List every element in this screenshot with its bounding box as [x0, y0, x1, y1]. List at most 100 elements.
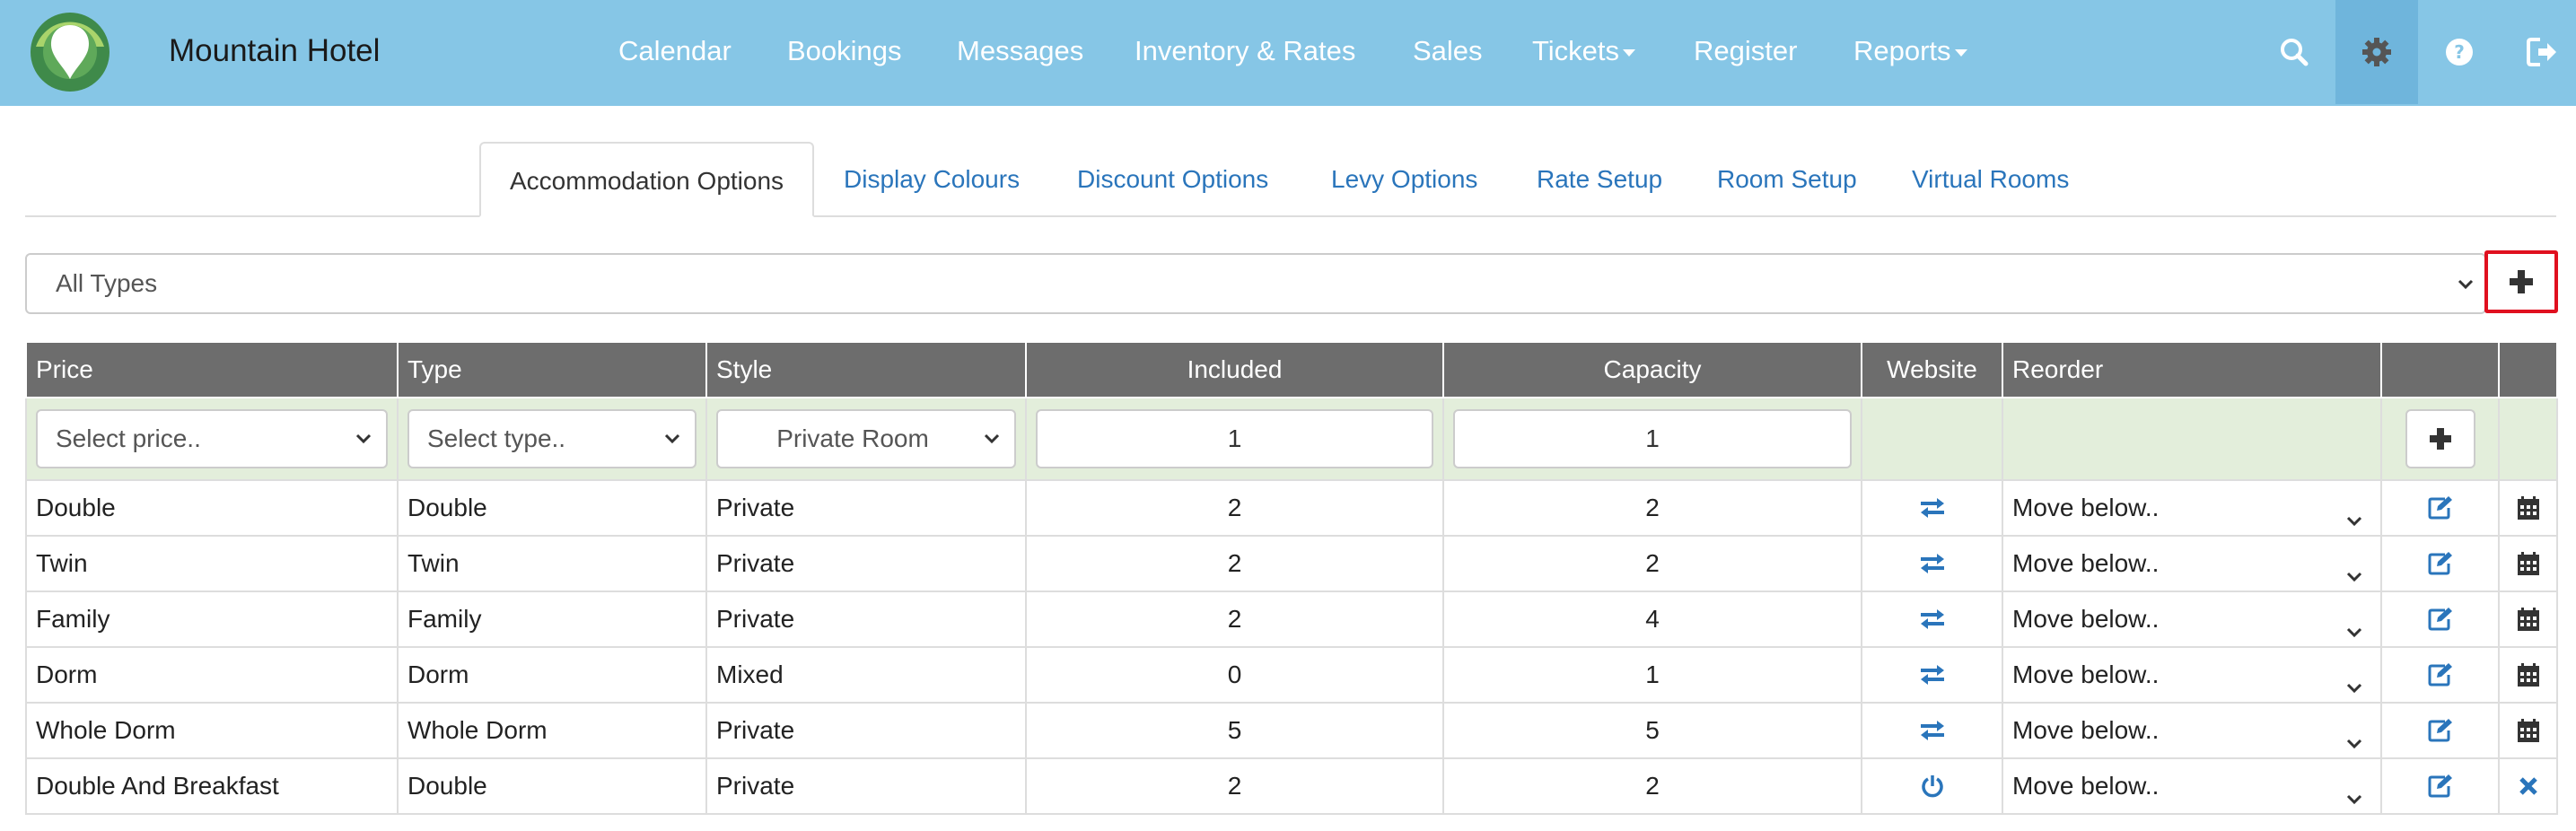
style-cell: Private	[705, 757, 1027, 815]
tab-accommodation-options[interactable]: Accommodation Options	[479, 142, 815, 217]
logout-icon	[2527, 38, 2556, 66]
reorder-select[interactable]: Move below..	[2002, 479, 2382, 537]
edit-icon	[2428, 496, 2452, 520]
hotel-logo[interactable]	[29, 11, 111, 93]
tab-virtual-rooms[interactable]: Virtual Rooms	[1883, 142, 2098, 217]
edit-icon	[2428, 608, 2452, 631]
capacity-cell: 2	[1442, 757, 1862, 815]
calendar-button[interactable]	[2498, 646, 2558, 704]
nav-inventory-rates[interactable]: Inventory & Rates	[1135, 0, 1355, 102]
style-select[interactable]: Private Room	[716, 409, 1016, 468]
capacity-input[interactable]: 1	[1453, 409, 1852, 468]
nav-sales[interactable]: Sales	[1413, 0, 1483, 102]
nav-messages[interactable]: Messages	[957, 0, 1083, 102]
delete-button[interactable]	[2498, 757, 2558, 815]
included-cell: 2	[1025, 757, 1444, 815]
reorder-select-value: Move below..	[2012, 549, 2160, 577]
capacity-cell: 4	[1442, 590, 1862, 648]
website-toggle[interactable]	[1861, 590, 2003, 648]
edit-button[interactable]	[2380, 702, 2500, 759]
svg-text:?: ?	[2454, 41, 2465, 63]
chevron-down-icon	[2346, 516, 2362, 527]
chevron-down-icon	[984, 433, 1000, 444]
edit-button[interactable]	[2380, 646, 2500, 704]
nav-tickets[interactable]: Tickets	[1532, 0, 1636, 102]
table-row: Double And Breakfast Double Private 2 2 Move …	[25, 757, 2558, 815]
add-row-button[interactable]	[2405, 409, 2475, 468]
header-type[interactable]: Type	[397, 341, 707, 398]
tab-levy-options[interactable]: Levy Options	[1302, 142, 1506, 217]
website-cell-empty	[1861, 397, 2003, 481]
exchange-icon	[1920, 665, 1944, 685]
search-icon	[2281, 39, 2309, 66]
header-style[interactable]: Style	[705, 341, 1027, 398]
nav-bookings[interactable]: Bookings	[787, 0, 902, 102]
table-row: Dorm Dorm Mixed 0 1 Move below..	[25, 646, 2558, 704]
calendar-icon	[2517, 552, 2539, 575]
type-select[interactable]: Select type..	[407, 409, 697, 468]
type-filter-select[interactable]: All Types	[25, 253, 2486, 314]
price-cell: Twin	[25, 535, 399, 592]
website-toggle[interactable]	[1861, 535, 2003, 592]
type-cell: Whole Dorm	[397, 702, 707, 759]
add-accommodation-button[interactable]	[2484, 250, 2558, 313]
tab-room-setup[interactable]: Room Setup	[1688, 142, 1886, 217]
website-toggle[interactable]	[1861, 702, 2003, 759]
header-extra	[2498, 341, 2558, 398]
price-select[interactable]: Select price..	[36, 409, 388, 468]
website-toggle[interactable]	[1861, 479, 2003, 537]
calendar-icon	[2517, 719, 2539, 742]
tab-rate-setup[interactable]: Rate Setup	[1508, 142, 1691, 217]
reorder-select[interactable]: Move below..	[2002, 757, 2382, 815]
reorder-select-value: Move below..	[2012, 494, 2160, 521]
plus-icon	[2429, 428, 2451, 450]
nav-register[interactable]: Register	[1694, 0, 1797, 102]
help-button[interactable]: ?	[2418, 0, 2501, 104]
brand-name[interactable]: Mountain Hotel	[169, 0, 380, 102]
type-cell: Dorm	[397, 646, 707, 704]
reorder-select[interactable]: Move below..	[2002, 702, 2382, 759]
tab-display-colours[interactable]: Display Colours	[815, 142, 1048, 217]
calendar-button[interactable]	[2498, 702, 2558, 759]
search-button[interactable]	[2253, 0, 2335, 104]
price-cell: Dorm	[25, 646, 399, 704]
logout-button[interactable]	[2501, 0, 2576, 104]
tab-discount-options[interactable]: Discount Options	[1048, 142, 1297, 217]
chevron-down-icon	[2346, 683, 2362, 694]
header-price[interactable]: Price	[25, 341, 399, 398]
edit-button[interactable]	[2380, 757, 2500, 815]
exchange-icon	[1920, 609, 1944, 629]
settings-button[interactable]	[2335, 0, 2418, 104]
nav-reports[interactable]: Reports	[1853, 0, 1967, 102]
style-cell: Private	[705, 702, 1027, 759]
exchange-icon	[1920, 721, 1944, 740]
edit-button[interactable]	[2380, 535, 2500, 592]
included-input[interactable]: 1	[1036, 409, 1433, 468]
price-select-placeholder: Select price..	[56, 424, 201, 452]
website-toggle[interactable]	[1861, 757, 2003, 815]
calendar-button[interactable]	[2498, 479, 2558, 537]
edit-icon	[2428, 774, 2452, 798]
edit-button[interactable]	[2380, 479, 2500, 537]
reorder-cell-empty	[2002, 397, 2382, 481]
table-header-row: Price Type Style Included Capacity Websi…	[25, 341, 2558, 398]
header-reorder[interactable]: Reorder	[2002, 341, 2382, 398]
chevron-down-icon	[355, 433, 372, 444]
included-cell: 0	[1025, 646, 1444, 704]
reorder-select[interactable]: Move below..	[2002, 535, 2382, 592]
reorder-select[interactable]: Move below..	[2002, 646, 2382, 704]
table-row: Double Double Private 2 2 Move below..	[25, 479, 2558, 537]
capacity-cell: 2	[1442, 535, 1862, 592]
calendar-button[interactable]	[2498, 590, 2558, 648]
reorder-select[interactable]: Move below..	[2002, 590, 2382, 648]
nav-calendar[interactable]: Calendar	[618, 0, 732, 102]
type-cell: Family	[397, 590, 707, 648]
calendar-button[interactable]	[2498, 535, 2558, 592]
edit-button[interactable]	[2380, 590, 2500, 648]
header-included[interactable]: Included	[1025, 341, 1444, 398]
header-website[interactable]: Website	[1861, 341, 2003, 398]
exchange-icon	[1920, 498, 1944, 518]
accommodation-table: Price Type Style Included Capacity Websi…	[25, 341, 2558, 815]
website-toggle[interactable]	[1861, 646, 2003, 704]
header-capacity[interactable]: Capacity	[1442, 341, 1862, 398]
